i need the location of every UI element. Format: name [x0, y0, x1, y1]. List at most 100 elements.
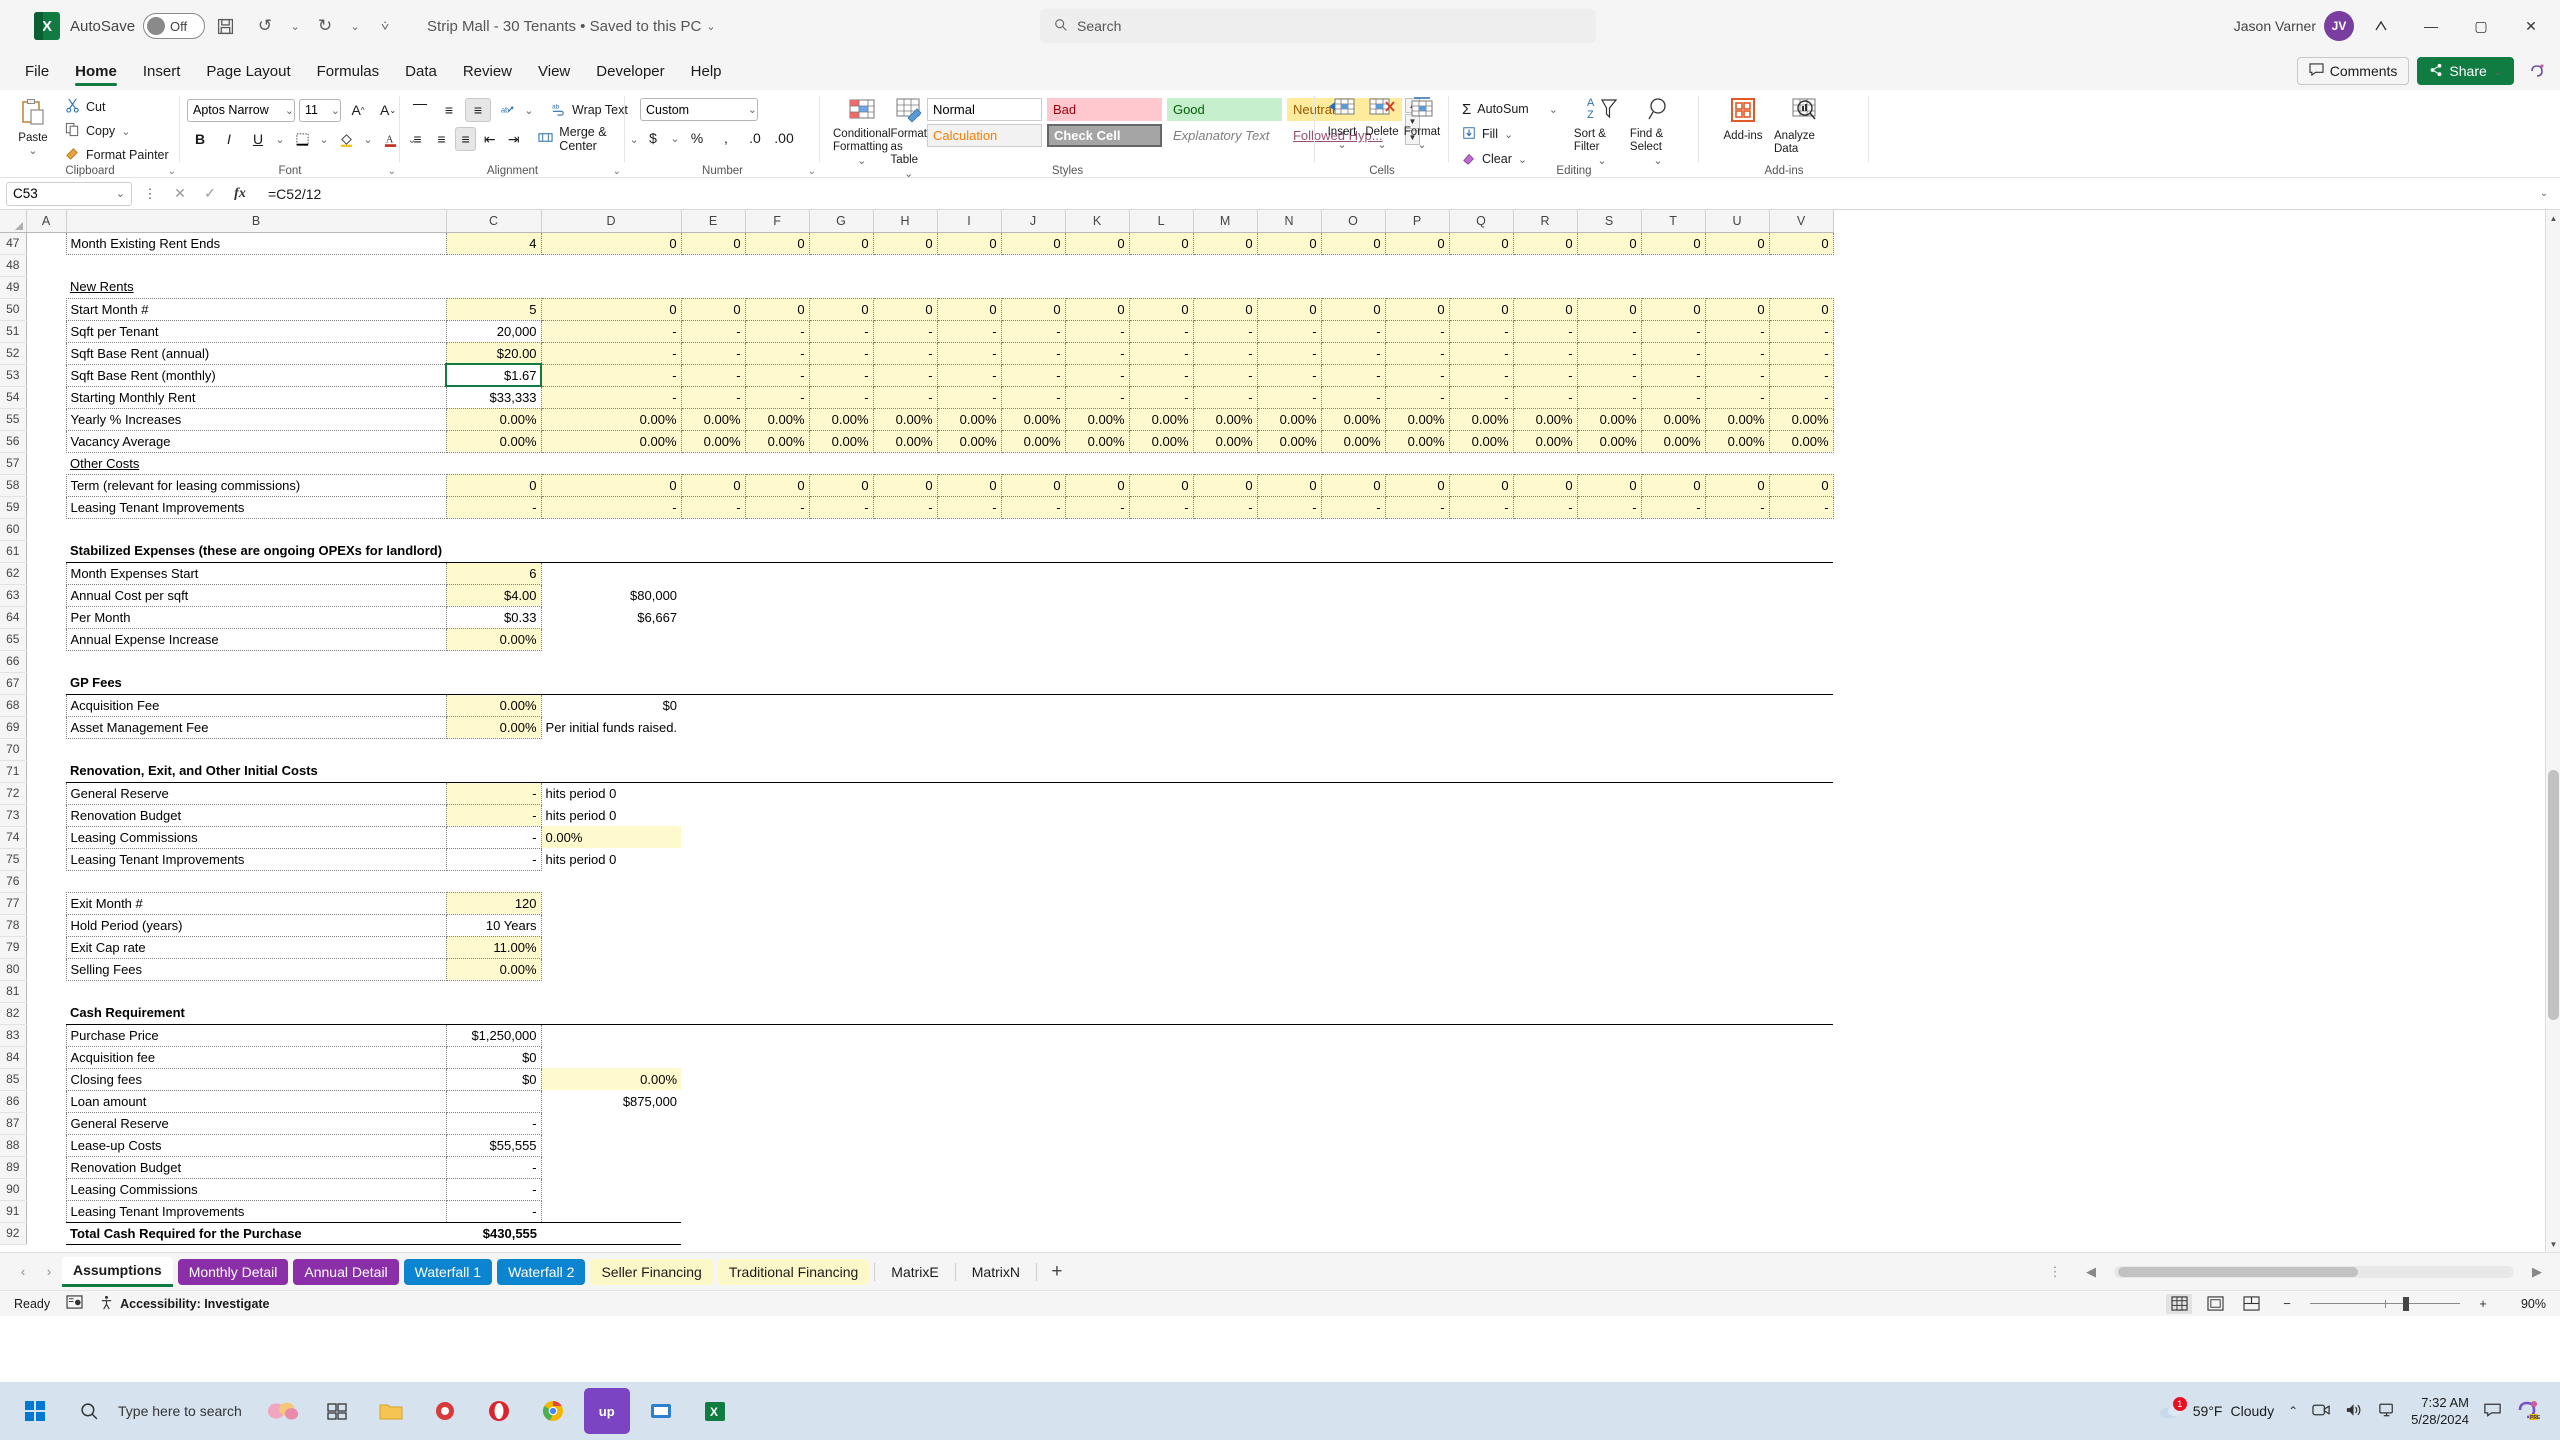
cell-P66[interactable]: [1385, 650, 1449, 672]
cell-P58[interactable]: 0: [1385, 473, 1450, 497]
cell-V84[interactable]: [1769, 1046, 1833, 1068]
cell-L57[interactable]: [1129, 452, 1193, 474]
cell-J64[interactable]: [1001, 606, 1065, 628]
cell-I75[interactable]: [937, 848, 1001, 870]
cell-K54[interactable]: -: [1065, 386, 1130, 409]
cell-U63[interactable]: [1705, 584, 1769, 606]
cell-I67[interactable]: [937, 672, 1002, 695]
cell-M72[interactable]: [1193, 782, 1257, 804]
cell-G74[interactable]: [809, 826, 873, 848]
cell-F64[interactable]: [745, 606, 809, 628]
cell-B50[interactable]: Start Month #: [65, 297, 447, 321]
sheet-tab-matrixe[interactable]: MatrixE: [880, 1259, 949, 1285]
cell-L89[interactable]: [1129, 1156, 1193, 1178]
column-header-A[interactable]: A: [26, 210, 67, 233]
cell-V60[interactable]: [1769, 518, 1833, 540]
cell-K79[interactable]: [1065, 936, 1129, 958]
cell-M68[interactable]: [1193, 694, 1257, 716]
cell-H50[interactable]: 0: [873, 297, 938, 321]
style-good[interactable]: Good: [1166, 98, 1282, 121]
cell-I77[interactable]: [937, 892, 1001, 914]
cell-K49[interactable]: [1065, 276, 1129, 298]
cell-F82[interactable]: [745, 1002, 810, 1025]
cell-B89[interactable]: Renovation Budget: [65, 1156, 447, 1179]
cell-I70[interactable]: [937, 738, 1001, 760]
cell-E50[interactable]: 0: [681, 297, 746, 321]
cell-P68[interactable]: [1385, 694, 1449, 716]
cell-M70[interactable]: [1193, 738, 1257, 760]
cell-Q57[interactable]: [1449, 452, 1513, 474]
cell-J49[interactable]: [1001, 276, 1065, 298]
cell-U71[interactable]: [1705, 760, 1770, 783]
column-header-R[interactable]: R: [1513, 210, 1578, 233]
column-header-J[interactable]: J: [1001, 210, 1066, 233]
cell-J83[interactable]: [1001, 1024, 1065, 1046]
cell-A58[interactable]: [26, 474, 66, 496]
cell-B48[interactable]: [66, 254, 446, 276]
cell-O87[interactable]: [1321, 1112, 1385, 1134]
cell-J71[interactable]: [1001, 760, 1066, 783]
cell-U76[interactable]: [1705, 870, 1769, 892]
row-header-81[interactable]: 81: [0, 980, 27, 1003]
cell-B49[interactable]: New Rents: [66, 276, 446, 298]
row-header-73[interactable]: 73: [0, 804, 27, 827]
cell-R91[interactable]: [1513, 1200, 1577, 1222]
clear-chevron-icon[interactable]: ⌄: [1518, 153, 1527, 166]
cell-M60[interactable]: [1193, 518, 1257, 540]
cell-D76[interactable]: [541, 870, 681, 892]
cell-J90[interactable]: [1001, 1178, 1065, 1200]
row-header-57[interactable]: 57: [0, 452, 27, 475]
cell-S65[interactable]: [1577, 628, 1641, 650]
cell-T71[interactable]: [1641, 760, 1706, 783]
cell-T60[interactable]: [1641, 518, 1705, 540]
cell-G51[interactable]: -: [809, 320, 874, 343]
cell-R68[interactable]: [1513, 694, 1577, 716]
cell-T74[interactable]: [1641, 826, 1705, 848]
cell-E53[interactable]: -: [681, 364, 746, 387]
cell-U56[interactable]: 0.00%: [1705, 430, 1770, 453]
cell-U74[interactable]: [1705, 826, 1769, 848]
align-middle-icon[interactable]: ≡: [436, 98, 462, 122]
cell-K90[interactable]: [1065, 1178, 1129, 1200]
cell-S90[interactable]: [1577, 1178, 1641, 1200]
redo-icon[interactable]: ↻: [308, 9, 342, 43]
cell-T75[interactable]: [1641, 848, 1705, 870]
cell-V58[interactable]: 0: [1769, 473, 1834, 497]
row-header-84[interactable]: 84: [0, 1046, 27, 1069]
cell-R50[interactable]: 0: [1513, 297, 1578, 321]
cell-K83[interactable]: [1065, 1024, 1129, 1046]
cell-T65[interactable]: [1641, 628, 1705, 650]
cell-E82[interactable]: [681, 1002, 746, 1025]
cell-S83[interactable]: [1577, 1024, 1641, 1046]
cell-O59[interactable]: -: [1321, 496, 1386, 519]
cell-D88[interactable]: [541, 1134, 681, 1156]
cell-I55[interactable]: 0.00%: [937, 408, 1002, 431]
cell-C79[interactable]: 11.00%: [446, 936, 542, 959]
cell-B63[interactable]: Annual Cost per sqft: [65, 584, 447, 607]
cell-M53[interactable]: -: [1193, 364, 1258, 387]
cell-R81[interactable]: [1513, 980, 1577, 1002]
cell-F88[interactable]: [745, 1134, 809, 1156]
column-header-I[interactable]: I: [937, 210, 1002, 233]
cell-I86[interactable]: [937, 1090, 1001, 1112]
cell-T86[interactable]: [1641, 1090, 1705, 1112]
cell-U92[interactable]: [1705, 1222, 1769, 1244]
cell-G50[interactable]: 0: [809, 297, 874, 321]
cell-B62[interactable]: Month Expenses Start: [65, 562, 447, 585]
name-box[interactable]: C53 ⌄: [6, 181, 132, 206]
cell-B78[interactable]: Hold Period (years): [65, 914, 447, 937]
cell-R85[interactable]: [1513, 1068, 1577, 1090]
cell-D66[interactable]: [541, 650, 681, 672]
cell-I64[interactable]: [937, 606, 1001, 628]
cell-B71[interactable]: Renovation, Exit, and Other Initial Cost…: [66, 760, 447, 783]
align-left-icon[interactable]: ≡: [407, 127, 428, 151]
cell-H53[interactable]: -: [873, 364, 938, 387]
cell-I71[interactable]: [937, 760, 1002, 783]
cell-Q55[interactable]: 0.00%: [1449, 408, 1514, 431]
cell-G82[interactable]: [809, 1002, 874, 1025]
cell-B60[interactable]: [66, 518, 446, 540]
cell-P65[interactable]: [1385, 628, 1449, 650]
cell-L69[interactable]: [1129, 716, 1193, 738]
cell-I85[interactable]: [937, 1068, 1001, 1090]
cell-F70[interactable]: [745, 738, 809, 760]
